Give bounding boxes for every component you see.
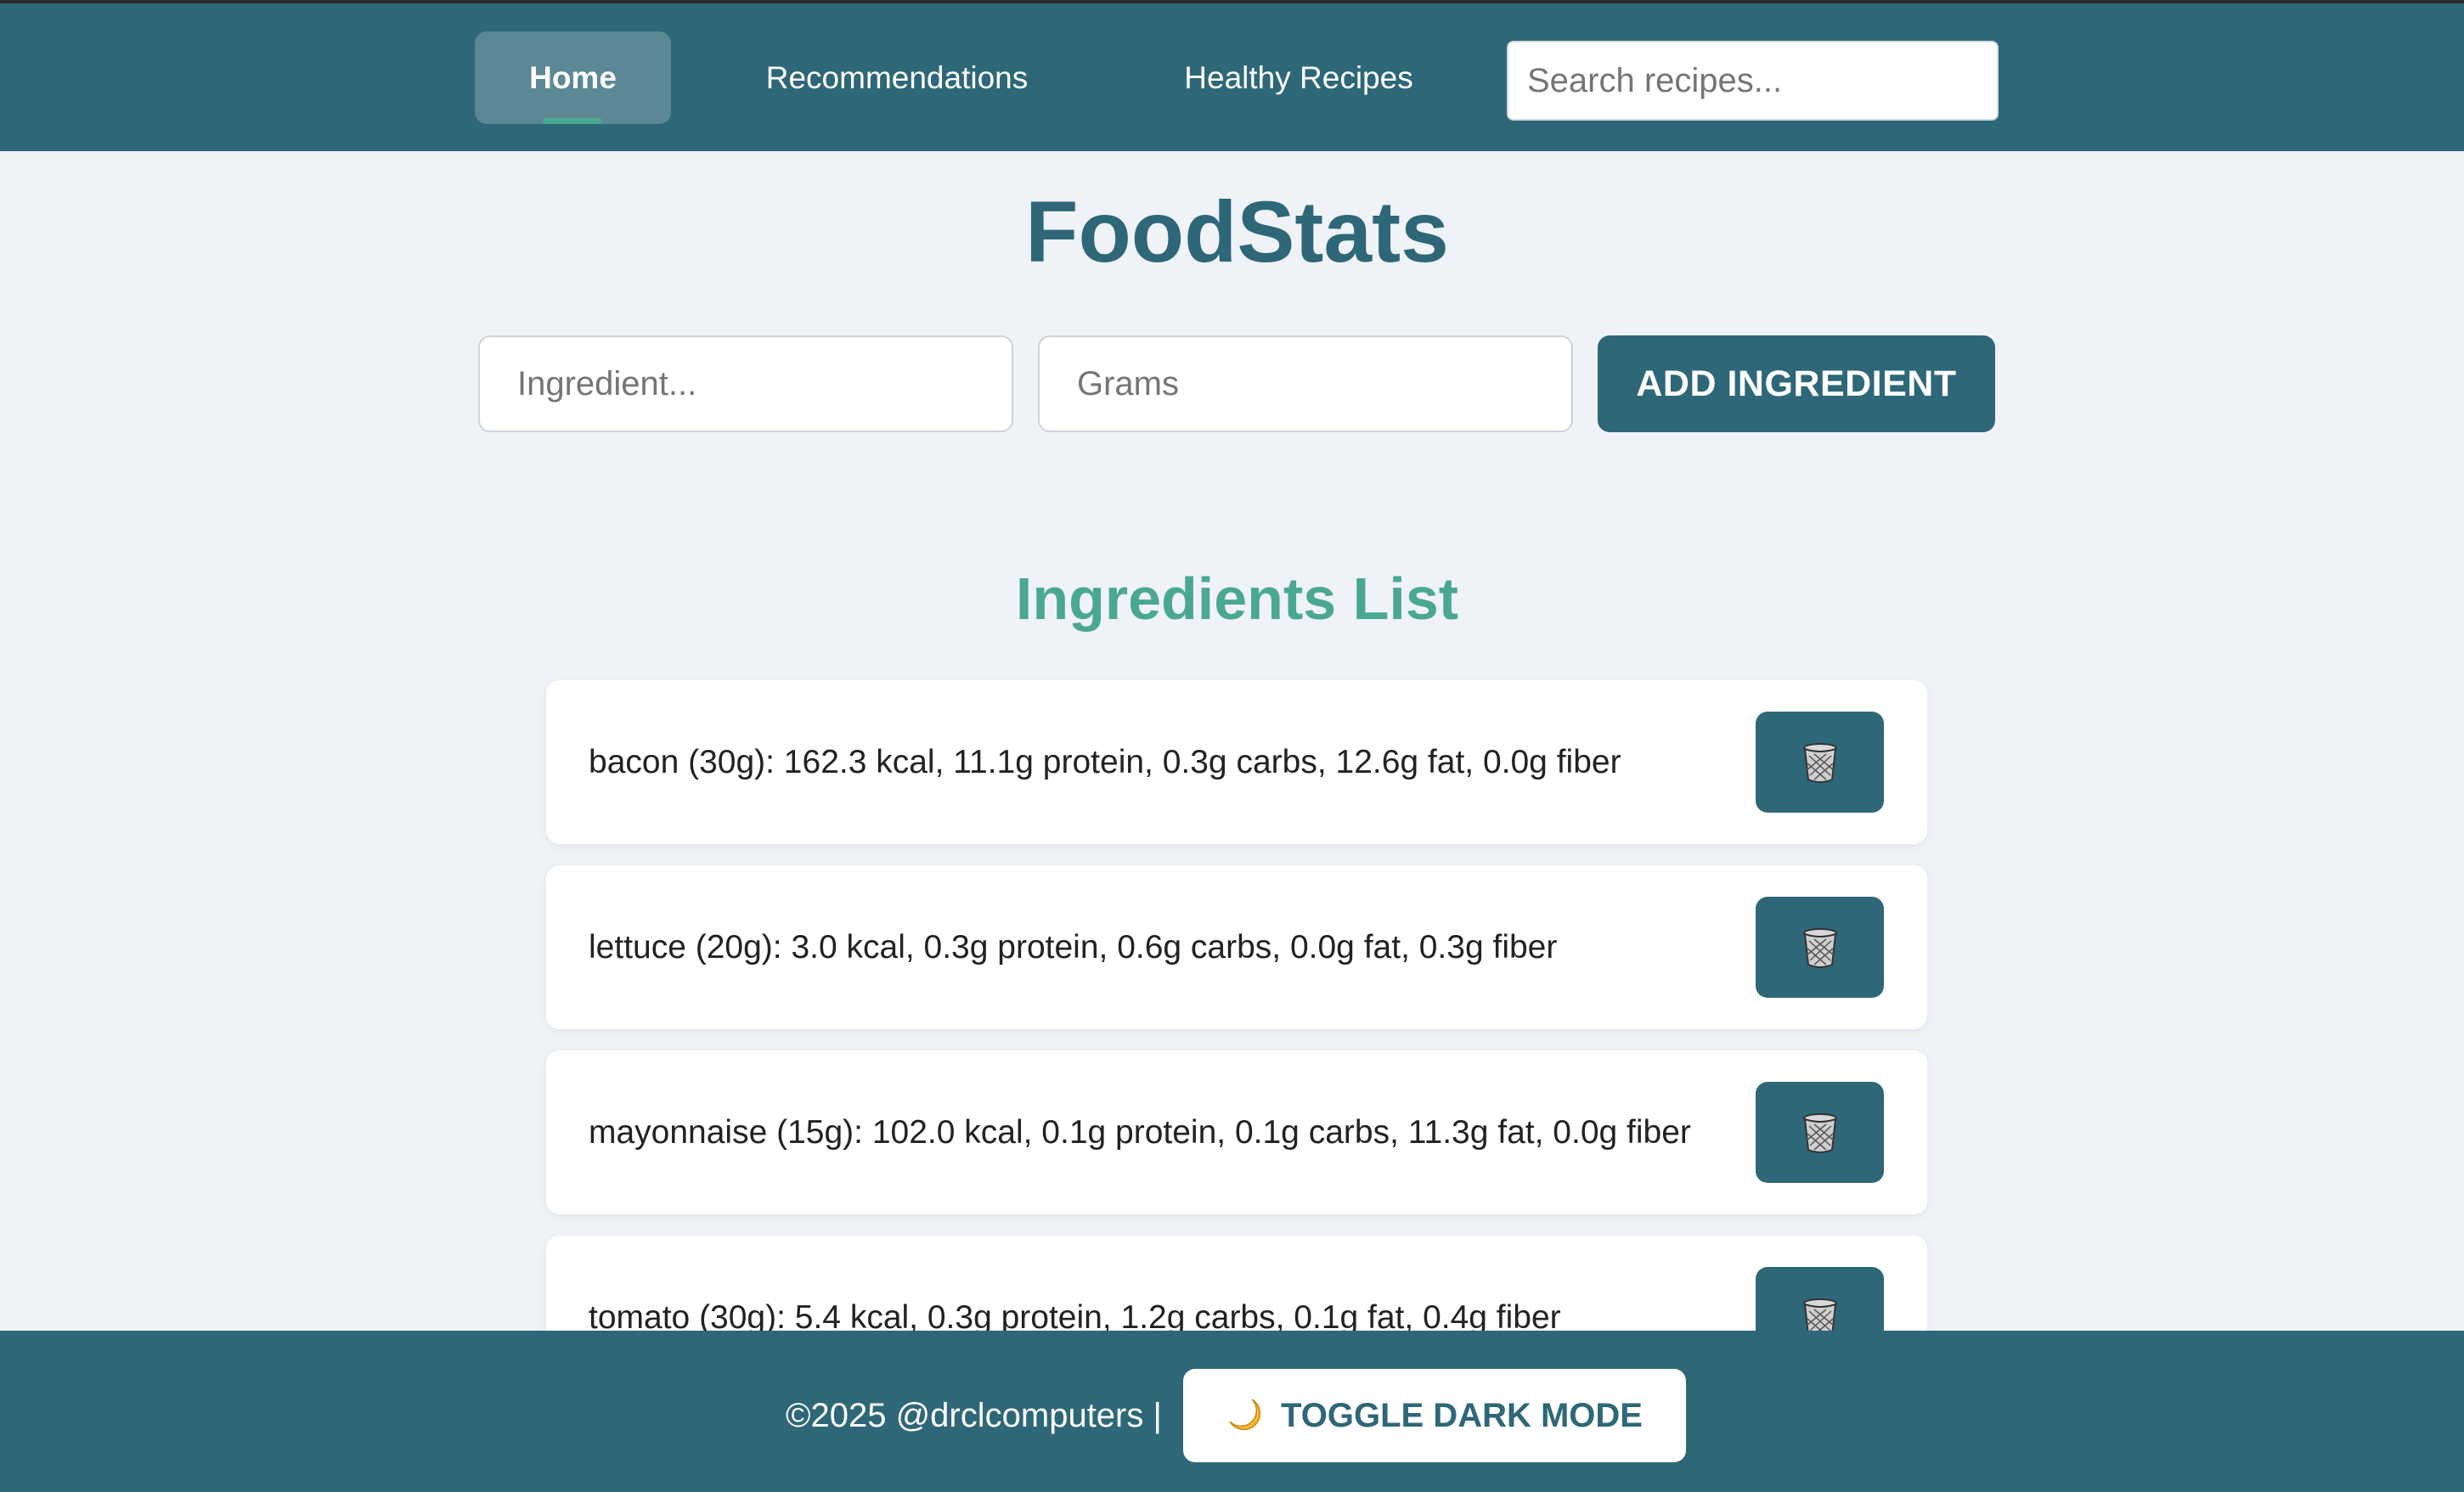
nav-home-label: Home [529,59,617,95]
ingredient-text: lettuce (20g): 3.0 kcal, 0.3g protein, 0… [589,928,1558,966]
page-title: FoodStats [1025,183,1449,280]
delete-ingredient-button[interactable] [1756,1082,1884,1183]
grams-input[interactable] [1038,335,1573,432]
ingredient-card: mayonnaise (15g): 102.0 kcal, 0.1g prote… [546,1050,1927,1214]
ingredient-card: lettuce (20g): 3.0 kcal, 0.3g protein, 0… [546,865,1927,1029]
ingredient-text: bacon (30g): 162.3 kcal, 11.1g protein, … [589,743,1621,780]
ingredient-text: mayonnaise (15g): 102.0 kcal, 0.1g prote… [589,1113,1691,1151]
delete-ingredient-button[interactable] [1756,712,1884,813]
crescent-moon-icon [1229,1399,1261,1431]
nav-healthy-recipes-link[interactable]: Healthy Recipes [1138,31,1459,124]
delete-ingredient-button[interactable] [1756,897,1884,998]
add-ingredient-button[interactable]: ADD INGREDIENT [1598,335,1995,432]
trash-icon [1802,1112,1837,1153]
trash-icon [1802,927,1837,968]
top-navbar: Home Recommendations Healthy Recipes [0,0,2464,151]
footer: ©2025 @drclcomputers | TOGGLE DARK MODE [0,1331,2464,1492]
ingredient-card: bacon (30g): 162.3 kcal, 11.1g protein, … [546,680,1927,844]
nav-recommendations-link[interactable]: Recommendations [722,31,1072,124]
ingredient-input[interactable] [478,335,1013,432]
active-tab-indicator [543,118,602,124]
toggle-dark-mode-label: TOGGLE DARK MODE [1281,1396,1643,1434]
footer-copyright: ©2025 @drclcomputers | [786,1396,1162,1434]
search-recipes-input[interactable] [1507,41,1999,121]
trash-icon [1802,742,1837,783]
nav-home-tab[interactable]: Home [475,31,671,124]
ingredients-list-heading: Ingredients List [1015,566,1459,632]
toggle-dark-mode-button[interactable]: TOGGLE DARK MODE [1183,1369,1686,1462]
